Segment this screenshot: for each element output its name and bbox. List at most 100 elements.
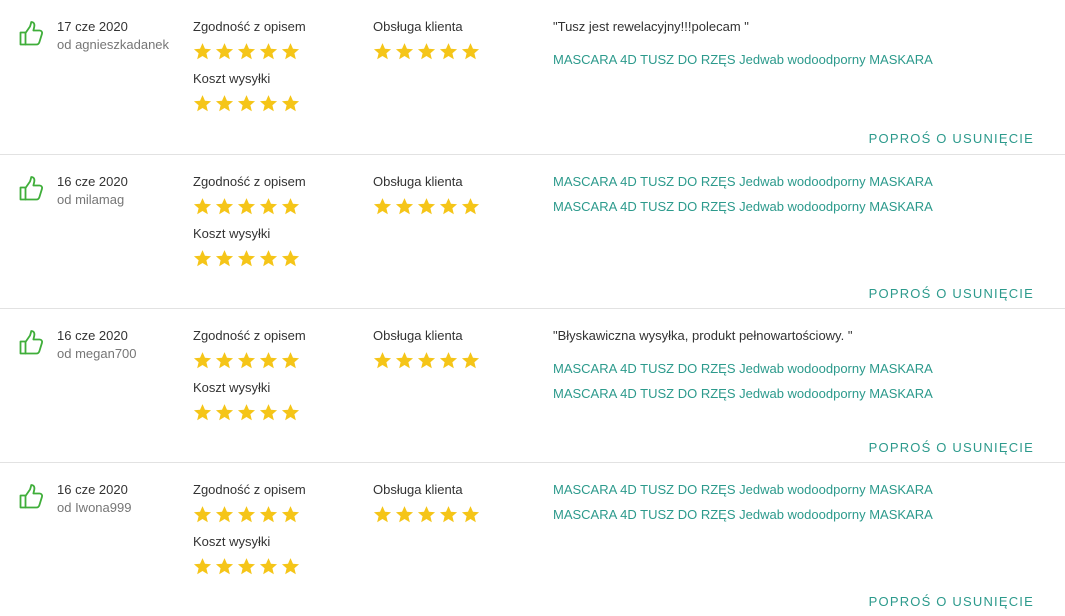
review-comments: "Błyskawiczna wysyłka, produkt pełnowart… <box>553 327 1033 410</box>
star-icon <box>395 43 414 60</box>
review-meta: 16 cze 2020 od Iwona999 <box>57 481 131 516</box>
request-removal-link[interactable]: POPROŚ O USUNIĘCIE <box>869 440 1034 455</box>
star-icon <box>281 95 300 112</box>
star-icon <box>237 250 256 267</box>
star-icon <box>373 198 392 215</box>
star-icon <box>237 43 256 60</box>
star-icon <box>237 95 256 112</box>
product-link[interactable]: MASCARA 4D TUSZ DO RZĘS Jedwab wodoodpor… <box>553 51 1033 68</box>
star-icon <box>237 558 256 575</box>
description-rating-stars <box>193 351 306 370</box>
product-link[interactable]: MASCARA 4D TUSZ DO RZĘS Jedwab wodoodpor… <box>553 198 1033 215</box>
star-icon <box>373 43 392 60</box>
star-icon <box>259 95 278 112</box>
review-author: od agnieszkadanek <box>57 37 170 52</box>
review-item: 16 cze 2020 od Iwona999 Zgodność z opise… <box>0 462 1065 616</box>
star-icon <box>461 198 480 215</box>
thumbs-up-icon <box>19 176 44 201</box>
description-match-label: Zgodność z opisem <box>193 19 306 34</box>
review-date: 16 cze 2020 <box>57 328 128 343</box>
customer-service-label: Obsługa klienta <box>373 328 463 343</box>
request-removal-link[interactable]: POPROŚ O USUNIĘCIE <box>869 286 1034 301</box>
product-link[interactable]: MASCARA 4D TUSZ DO RZĘS Jedwab wodoodpor… <box>553 173 1033 190</box>
shipping-rating-stars <box>193 249 306 268</box>
shipping-cost-label: Koszt wysyłki <box>193 380 271 395</box>
description-rating-stars <box>193 42 306 61</box>
star-icon <box>259 352 278 369</box>
description-rating-stars <box>193 197 306 216</box>
thumbs-up-icon <box>19 21 44 46</box>
star-icon <box>193 506 212 523</box>
star-icon <box>193 352 212 369</box>
star-icon <box>259 558 278 575</box>
star-icon <box>281 558 300 575</box>
request-removal-link[interactable]: POPROŚ O USUNIĘCIE <box>869 594 1034 609</box>
product-links: MASCARA 4D TUSZ DO RZĘS Jedwab wodoodpor… <box>553 173 1033 215</box>
product-link[interactable]: MASCARA 4D TUSZ DO RZĘS Jedwab wodoodpor… <box>553 360 1033 377</box>
star-icon <box>281 43 300 60</box>
service-rating-stars <box>373 505 480 524</box>
star-icon <box>215 404 234 421</box>
star-icon <box>259 404 278 421</box>
star-icon <box>439 43 458 60</box>
star-icon <box>215 198 234 215</box>
star-icon <box>395 198 414 215</box>
product-links: MASCARA 4D TUSZ DO RZĘS Jedwab wodoodpor… <box>553 360 1033 402</box>
star-icon <box>259 43 278 60</box>
star-icon <box>439 352 458 369</box>
product-link[interactable]: MASCARA 4D TUSZ DO RZĘS Jedwab wodoodpor… <box>553 481 1033 498</box>
star-icon <box>259 506 278 523</box>
star-icon <box>259 250 278 267</box>
star-icon <box>417 506 436 523</box>
rating-column-description: Zgodność z opisem Koszt wysyłki <box>193 173 306 268</box>
rating-column-service: Obsługa klienta <box>373 481 480 524</box>
star-icon <box>215 43 234 60</box>
star-icon <box>215 558 234 575</box>
service-rating-stars <box>373 42 480 61</box>
description-rating-stars <box>193 505 306 524</box>
star-icon <box>417 352 436 369</box>
review-date: 16 cze 2020 <box>57 482 128 497</box>
star-icon <box>237 506 256 523</box>
star-icon <box>395 352 414 369</box>
reviews-list: 17 cze 2020 od agnieszkadanek Zgodność z… <box>0 0 1065 616</box>
service-rating-stars <box>373 351 480 370</box>
description-match-label: Zgodność z opisem <box>193 328 306 343</box>
star-icon <box>461 352 480 369</box>
review-meta: 16 cze 2020 od megan700 <box>57 327 137 362</box>
star-icon <box>281 506 300 523</box>
review-item: 16 cze 2020 od megan700 Zgodność z opise… <box>0 308 1065 462</box>
review-quote: "Błyskawiczna wysyłka, produkt pełnowart… <box>553 328 853 343</box>
product-link[interactable]: MASCARA 4D TUSZ DO RZĘS Jedwab wodoodpor… <box>553 385 1033 402</box>
rating-column-service: Obsługa klienta <box>373 327 480 370</box>
star-icon <box>439 506 458 523</box>
review-quote: "Tusz jest rewelacyjny!!!polecam " <box>553 19 749 34</box>
review-comments: MASCARA 4D TUSZ DO RZĘS Jedwab wodoodpor… <box>553 173 1033 223</box>
star-icon <box>193 95 212 112</box>
star-icon <box>237 198 256 215</box>
star-icon <box>461 506 480 523</box>
shipping-rating-stars <box>193 94 306 113</box>
review-author: od Iwona999 <box>57 500 132 515</box>
star-icon <box>193 250 212 267</box>
rating-column-description: Zgodność z opisem Koszt wysyłki <box>193 327 306 422</box>
shipping-cost-label: Koszt wysyłki <box>193 226 271 241</box>
review-meta: 16 cze 2020 od milamag <box>57 173 128 208</box>
review-comments: "Tusz jest rewelacyjny!!!polecam " MASCA… <box>553 18 1033 76</box>
review-author: od milamag <box>57 192 125 207</box>
star-icon <box>259 198 278 215</box>
star-icon <box>417 198 436 215</box>
star-icon <box>215 95 234 112</box>
request-removal-link[interactable]: POPROŚ O USUNIĘCIE <box>869 131 1034 146</box>
description-match-label: Zgodność z opisem <box>193 174 306 189</box>
star-icon <box>215 352 234 369</box>
product-link[interactable]: MASCARA 4D TUSZ DO RZĘS Jedwab wodoodpor… <box>553 506 1033 523</box>
star-icon <box>193 43 212 60</box>
star-icon <box>281 198 300 215</box>
star-icon <box>215 250 234 267</box>
star-icon <box>193 558 212 575</box>
product-links: MASCARA 4D TUSZ DO RZĘS Jedwab wodoodpor… <box>553 51 1033 68</box>
review-date: 16 cze 2020 <box>57 174 128 189</box>
review-meta: 17 cze 2020 od agnieszkadanek <box>57 18 169 53</box>
star-icon <box>237 352 256 369</box>
